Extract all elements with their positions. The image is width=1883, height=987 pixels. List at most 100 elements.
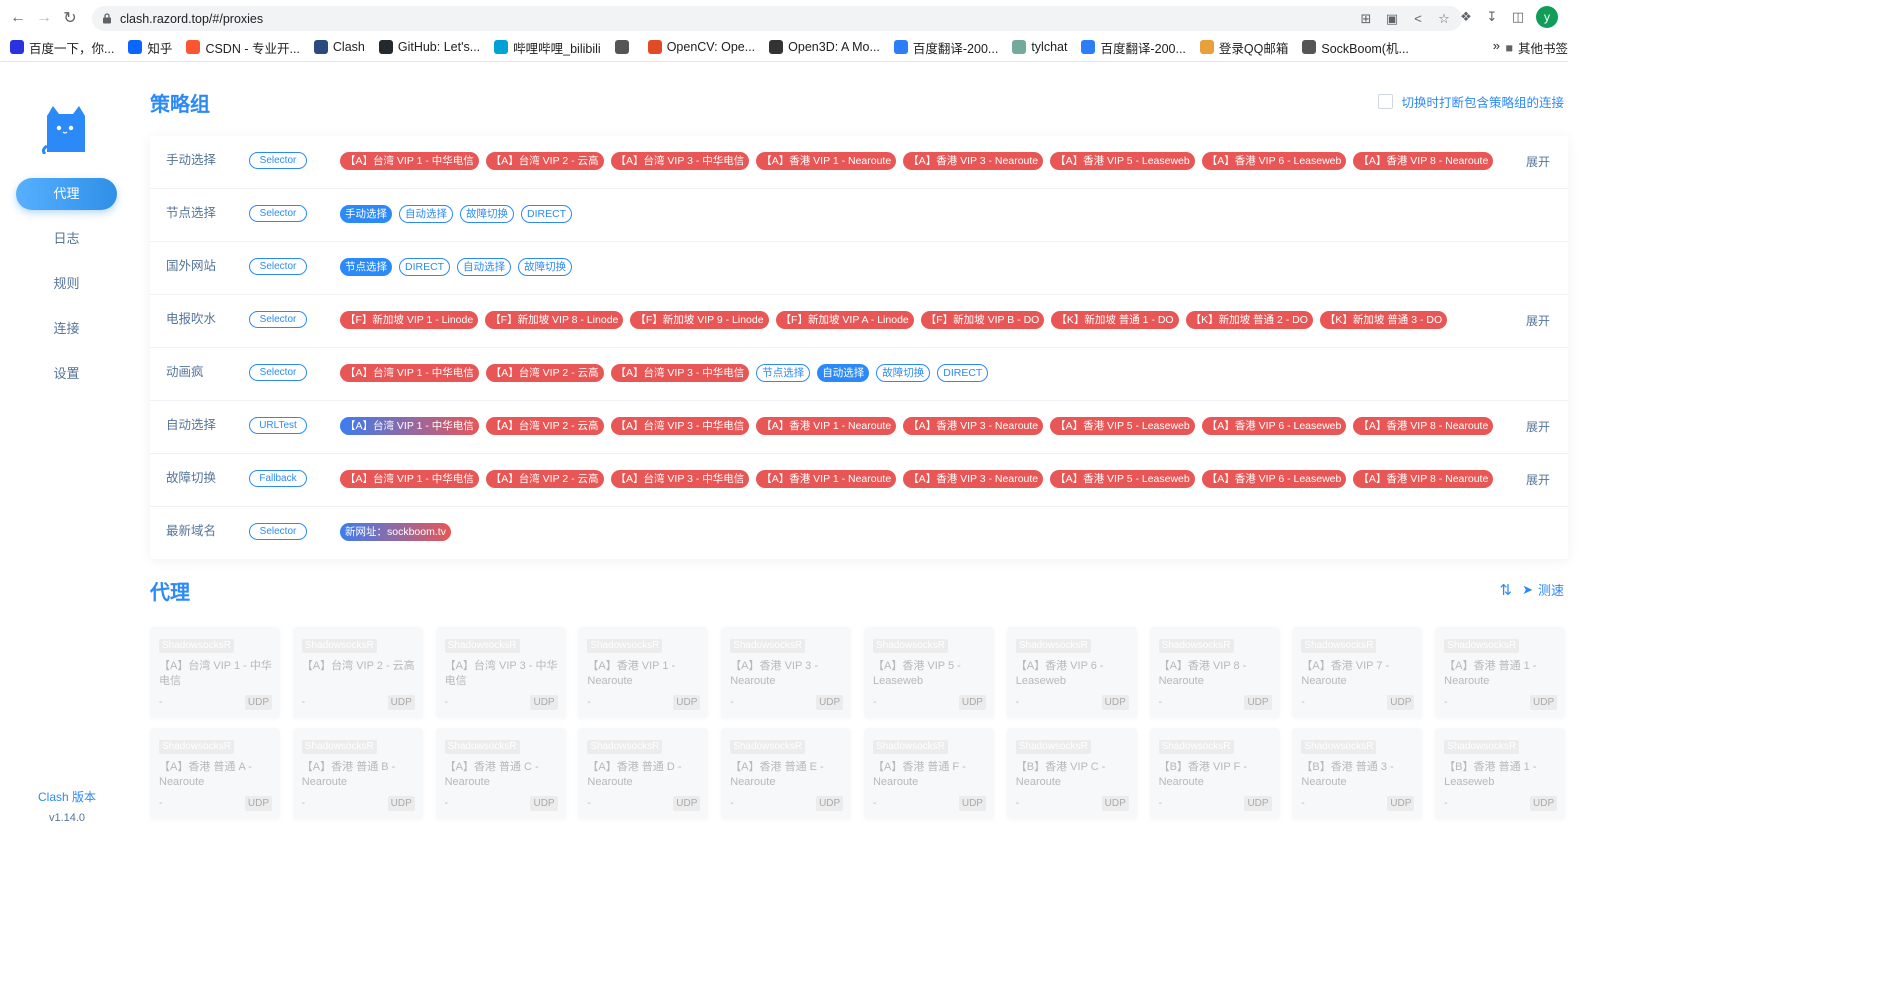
proxy-card[interactable]: ShadowsocksR 【B】香港 普通 3 - Nearoute - UDP xyxy=(1292,728,1423,819)
proxy-tag[interactable]: 【A】台湾 VIP 2 - 云高 xyxy=(485,364,604,382)
install-app-icon[interactable]: ⊞ xyxy=(1358,11,1374,27)
proxy-tag[interactable]: 【A】香港 VIP 8 - Nearoute xyxy=(1353,470,1494,488)
proxy-tag[interactable]: 【K】新加坡 普通 2 - DO xyxy=(1185,311,1313,329)
proxy-tag[interactable]: 【A】台湾 VIP 3 - 中华电信 xyxy=(610,417,750,435)
proxy-tag[interactable]: 【A】台湾 VIP 1 - 中华电信 xyxy=(340,152,479,170)
proxy-tag[interactable]: 【A】台湾 VIP 1 - 中华电信 xyxy=(340,417,479,435)
share-icon[interactable]: < xyxy=(1410,11,1426,27)
proxy-tag[interactable]: 自动选择 xyxy=(399,205,453,223)
proxy-tag[interactable]: 故障切换 xyxy=(518,258,573,276)
proxy-tag[interactable]: 故障切换 xyxy=(460,205,514,223)
sidebar-item[interactable]: 日志 xyxy=(16,223,117,255)
proxy-card[interactable]: ShadowsocksR 【A】香港 普通 C - Nearoute - UDP xyxy=(435,728,566,819)
proxy-card[interactable]: ShadowsocksR 【A】台湾 VIP 1 - 中华电信 - UDP xyxy=(150,627,280,718)
proxy-tag[interactable]: 节点选择 xyxy=(756,364,811,382)
bookmark-item[interactable]: 哔哩哔哩_bilibili xyxy=(494,38,601,57)
proxy-tag[interactable]: 【A】香港 VIP 3 - Nearoute xyxy=(903,152,1044,170)
bookmark-item[interactable]: 登录QQ邮箱 xyxy=(1199,38,1288,57)
profile-avatar[interactable]: y xyxy=(1536,6,1558,28)
proxy-tag[interactable]: 【F】新加坡 VIP 1 - Linode xyxy=(340,311,479,329)
proxy-tag[interactable]: 【A】香港 VIP 3 - Nearoute xyxy=(903,417,1044,435)
proxy-tag[interactable]: 【A】台湾 VIP 2 - 云高 xyxy=(485,470,604,488)
proxy-tag[interactable]: 【A】台湾 VIP 2 - 云高 xyxy=(485,417,604,435)
sort-icon[interactable]: ⇅ xyxy=(1500,581,1513,599)
proxy-tag[interactable]: 【A】香港 VIP 8 - Nearoute xyxy=(1353,152,1494,170)
translate-page-icon[interactable]: ▣ xyxy=(1384,11,1400,27)
proxy-tag[interactable]: 【A】台湾 VIP 1 - 中华电信 xyxy=(340,470,479,488)
proxy-card[interactable]: ShadowsocksR 【A】台湾 VIP 3 - 中华电信 - UDP xyxy=(435,627,566,718)
proxy-tag[interactable]: 节点选择 xyxy=(340,258,392,276)
sidebar-item[interactable]: 规则 xyxy=(16,268,117,300)
proxy-tag[interactable]: 【A】台湾 VIP 3 - 中华电信 xyxy=(610,364,750,382)
proxy-tag[interactable]: 【A】香港 VIP 6 - Leaseweb xyxy=(1201,152,1347,170)
bookmark-star-icon[interactable]: ☆ xyxy=(1436,11,1452,27)
bookmark-item[interactable]: 百度翻译-200... xyxy=(1081,38,1186,57)
proxy-card[interactable]: ShadowsocksR 【A】香港 VIP 6 - Leaseweb - UDP xyxy=(1006,627,1137,718)
proxy-tag[interactable]: 【K】新加坡 普通 1 - DO xyxy=(1051,311,1179,329)
download-icon[interactable]: ↧ xyxy=(1484,9,1500,25)
proxy-tag[interactable]: 【A】香港 VIP 5 - Leaseweb xyxy=(1050,417,1195,435)
proxy-card[interactable]: ShadowsocksR 【A】香港 普通 D - Nearoute - UDP xyxy=(578,728,709,819)
proxy-card[interactable]: ShadowsocksR 【A】香港 普通 1 - Nearoute - UDP xyxy=(1435,627,1566,718)
proxy-tag[interactable]: 【A】香港 VIP 3 - Nearoute xyxy=(903,470,1044,488)
proxy-tag[interactable]: DIRECT xyxy=(521,205,573,223)
bookmark-item[interactable]: CSDN - 专业开... xyxy=(186,38,300,57)
proxy-card[interactable]: ShadowsocksR 【A】香港 VIP 3 - Nearoute - UDP xyxy=(721,627,852,718)
bookmark-item[interactable]: 知乎 xyxy=(128,38,172,57)
bookmark-item[interactable]: GitHub: Let's... xyxy=(378,40,480,54)
proxy-card[interactable]: ShadowsocksR 【A】台湾 VIP 2 - 云高 - UDP xyxy=(292,627,423,718)
proxy-tag[interactable]: DIRECT xyxy=(937,364,989,382)
reload-icon[interactable]: ↻ xyxy=(57,5,83,31)
bookmark-item[interactable]: Clash xyxy=(313,40,365,54)
bookmark-item[interactable]: tylchat xyxy=(1012,40,1067,54)
proxy-card[interactable]: ShadowsocksR 【B】香港 VIP F - Nearoute - UDP xyxy=(1149,728,1280,819)
bookmark-item[interactable]: SockBoom(机... xyxy=(1302,38,1409,57)
proxy-tag[interactable]: 【A】台湾 VIP 3 - 中华电信 xyxy=(610,152,750,170)
proxy-tag[interactable]: 【A】香港 VIP 8 - Nearoute xyxy=(1353,417,1494,435)
proxy-tag[interactable]: 手动选择 xyxy=(340,205,392,223)
proxy-tag[interactable]: 【A】台湾 VIP 2 - 云高 xyxy=(485,152,604,170)
forward-icon[interactable]: → xyxy=(31,5,57,31)
address-bar[interactable]: clash.razord.top/#/proxies ⊞ ▣ < ☆ xyxy=(92,6,1462,31)
proxy-tag[interactable]: 【F】新加坡 VIP 9 - Linode xyxy=(630,311,769,329)
proxy-tag[interactable]: 【A】台湾 VIP 3 - 中华电信 xyxy=(610,470,750,488)
expand-button[interactable]: 展开 xyxy=(1526,295,1550,347)
proxy-tag[interactable]: 【A】香港 VIP 1 - Nearoute xyxy=(756,152,897,170)
proxy-tag[interactable]: DIRECT xyxy=(399,258,451,276)
proxy-card[interactable]: ShadowsocksR 【A】香港 VIP 8 - Nearoute - UDP xyxy=(1149,627,1280,718)
proxy-card[interactable]: ShadowsocksR 【A】香港 普通 B - Nearoute - UDP xyxy=(292,728,423,819)
proxy-tag[interactable]: 自动选择 xyxy=(817,364,870,382)
side-panel-icon[interactable]: ◫ xyxy=(1510,9,1526,25)
expand-button[interactable]: 展开 xyxy=(1526,401,1550,453)
proxy-card[interactable]: ShadowsocksR 【A】香港 普通 F - Nearoute - UDP xyxy=(863,728,994,819)
proxy-tag[interactable]: 【A】香港 VIP 5 - Leaseweb xyxy=(1050,470,1195,488)
proxy-tag[interactable]: 新网址：sockboom.tv xyxy=(340,523,451,541)
proxy-tag[interactable]: 【A】香港 VIP 1 - Nearoute xyxy=(756,417,897,435)
proxy-tag[interactable]: 【A】香港 VIP 6 - Leaseweb xyxy=(1201,417,1347,435)
checkbox[interactable] xyxy=(1378,94,1394,109)
bookmark-item[interactable]: Open3D: A Mo... xyxy=(769,40,880,54)
bookmark-item[interactable]: 百度翻译-200... xyxy=(893,38,998,57)
bookmark-item[interactable]: OpenCV: Ope... xyxy=(647,40,755,54)
extensions-icon[interactable]: ❖ xyxy=(1458,9,1474,25)
bookmark-item[interactable] xyxy=(614,40,634,54)
proxy-card[interactable]: ShadowsocksR 【B】香港 VIP C - Nearoute - UDP xyxy=(1006,728,1137,819)
proxy-card[interactable]: ShadowsocksR 【A】香港 普通 A - Nearoute - UDP xyxy=(150,728,280,819)
sidebar-item[interactable]: 代理 xyxy=(16,178,117,210)
expand-button[interactable]: 展开 xyxy=(1526,454,1550,506)
proxy-card[interactable]: ShadowsocksR 【A】香港 VIP 1 - Nearoute - UDP xyxy=(578,627,709,718)
proxy-tag[interactable]: 自动选择 xyxy=(457,258,512,276)
break-connections-toggle[interactable]: 切换时打断包含策略组的连接 xyxy=(1378,92,1564,111)
bookmark-item[interactable]: 百度一下，你... xyxy=(10,38,114,57)
proxy-card[interactable]: ShadowsocksR 【A】香港 VIP 7 - Nearoute - UDP xyxy=(1292,627,1423,718)
proxy-card[interactable]: ShadowsocksR 【A】香港 普通 E - Nearoute - UDP xyxy=(721,728,852,819)
proxy-tag[interactable]: 【A】台湾 VIP 1 - 中华电信 xyxy=(340,364,479,382)
proxy-tag[interactable]: 【A】香港 VIP 1 - Nearoute xyxy=(756,470,897,488)
proxy-tag[interactable]: 故障切换 xyxy=(876,364,931,382)
back-icon[interactable]: ← xyxy=(5,5,31,31)
sidebar-item[interactable]: 设置 xyxy=(16,358,117,390)
proxy-tag[interactable]: 【F】新加坡 VIP B - DO xyxy=(920,311,1045,329)
proxy-tag[interactable]: 【K】新加坡 普通 3 - DO xyxy=(1319,311,1448,329)
proxy-tag[interactable]: 【A】香港 VIP 5 - Leaseweb xyxy=(1050,152,1195,170)
bookmarks-overflow-icon[interactable]: » xyxy=(1493,38,1500,53)
